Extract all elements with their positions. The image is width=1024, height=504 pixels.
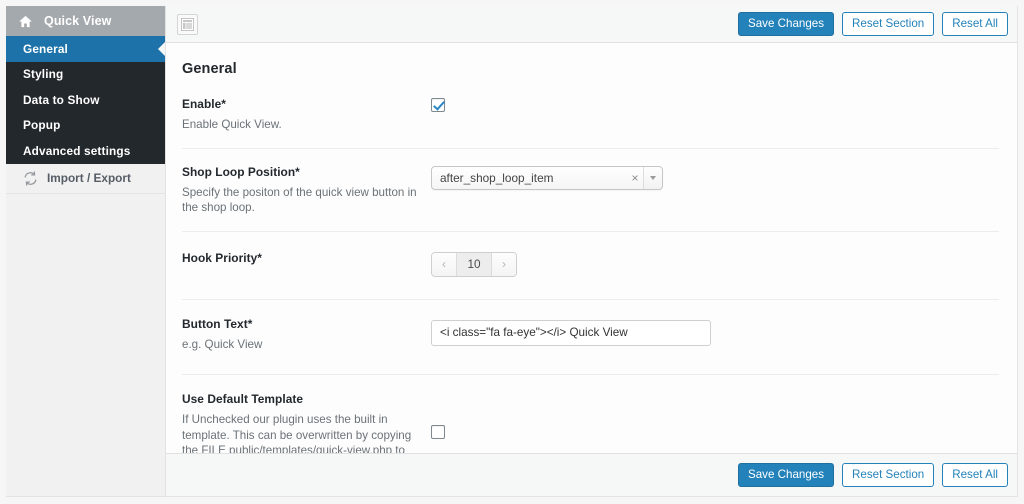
stepper-value[interactable]: 10: [456, 252, 492, 276]
field-description: Specify the positon of the quick view bu…: [182, 185, 417, 215]
field-control: [431, 97, 999, 112]
field-label-block: Button Text* e.g. Quick View: [182, 317, 431, 353]
field-control: ‹ 10 ›: [431, 251, 999, 277]
sidebar-item-general[interactable]: General: [6, 36, 165, 62]
sidebar-item-label: Popup: [23, 118, 61, 133]
bottom-toolbar: Save Changes Reset Section Reset All: [166, 453, 1017, 496]
sidebar-item-label: General: [23, 41, 68, 56]
field-title: Hook Priority*: [182, 250, 262, 265]
sidebar-item-label: Styling: [23, 67, 64, 82]
field-enable: Enable* Enable Quick View.: [182, 77, 999, 149]
sidebar-item-label: Advanced settings: [23, 143, 131, 158]
field-title: Shop Loop Position*: [182, 164, 300, 179]
sidebar-item-advanced-settings[interactable]: Advanced settings: [6, 138, 165, 164]
field-control: after_shop_loop_item ×: [431, 165, 999, 190]
use-default-template-checkbox[interactable]: [431, 425, 445, 439]
field-label-block: Shop Loop Position* Specify the positon …: [182, 165, 431, 216]
main-panel: Save Changes Reset Section Reset All Gen…: [166, 6, 1018, 497]
reset-all-button-bottom[interactable]: Reset All: [942, 463, 1008, 487]
sidebar-title: Quick View: [44, 14, 112, 28]
field-hook-priority: Hook Priority* ‹ 10 ›: [182, 232, 999, 300]
field-control: [431, 317, 999, 346]
save-changes-button-bottom[interactable]: Save Changes: [737, 463, 835, 487]
save-changes-button-top[interactable]: Save Changes: [737, 12, 835, 36]
reset-section-button-bottom[interactable]: Reset Section: [842, 463, 935, 487]
field-description: If Unchecked our plugin uses the built i…: [182, 413, 412, 453]
sync-icon: [22, 170, 38, 186]
field-title: Use Default Template: [182, 392, 304, 406]
field-shop-loop-position: Shop Loop Position* Specify the positon …: [182, 149, 999, 232]
sidebar-item-import-export[interactable]: Import / Export: [6, 163, 165, 194]
shop-loop-position-select[interactable]: after_shop_loop_item ×: [431, 165, 663, 190]
sidebar-item-data-to-show[interactable]: Data to Show: [6, 87, 165, 113]
reset-section-button-top[interactable]: Reset Section: [842, 12, 935, 36]
sidebar: Quick View General Styling Data to Show …: [6, 6, 166, 497]
quick-view-settings-screen: Quick View General Styling Data to Show …: [0, 0, 1024, 504]
select-value: after_shop_loop_item: [440, 170, 554, 185]
sidebar-item-label: Data to Show: [23, 92, 100, 107]
enable-checkbox[interactable]: [431, 98, 445, 112]
hook-priority-stepper: ‹ 10 ›: [431, 251, 517, 277]
top-toolbar: Save Changes Reset Section Reset All: [166, 6, 1017, 43]
button-text-input[interactable]: [431, 319, 711, 346]
field-description: e.g. Quick View: [182, 337, 263, 351]
field-title: Button Text*: [182, 316, 253, 331]
reset-all-button-top[interactable]: Reset All: [942, 12, 1008, 36]
sidebar-header: Quick View: [6, 6, 165, 36]
field-button-text: Button Text* e.g. Quick View: [182, 300, 999, 375]
settings-content: General Enable* Enable Quick View. Shop …: [166, 44, 1017, 453]
stepper-increment-button[interactable]: ›: [492, 252, 516, 276]
field-use-default-template: Use Default Template If Unchecked our pl…: [182, 375, 999, 453]
chevron-down-icon[interactable]: [643, 166, 662, 189]
sidebar-item-styling[interactable]: Styling: [6, 62, 165, 88]
field-label-block: Hook Priority*: [182, 251, 431, 265]
field-label-block: Use Default Template If Unchecked our pl…: [182, 392, 431, 453]
layout-toggle-icon[interactable]: [177, 13, 198, 35]
sidebar-sub-label: Import / Export: [47, 171, 131, 185]
sidebar-item-popup[interactable]: Popup: [6, 113, 165, 139]
field-label-block: Enable* Enable Quick View.: [182, 97, 431, 133]
field-control: [431, 392, 999, 439]
home-icon: [18, 14, 33, 29]
clear-selection-icon[interactable]: ×: [627, 171, 643, 185]
stepper-decrement-button[interactable]: ‹: [432, 252, 456, 276]
sidebar-menu: General Styling Data to Show Popup Advan…: [6, 36, 165, 164]
field-description: Enable Quick View.: [182, 118, 282, 131]
field-title: Enable*: [182, 97, 226, 111]
page-title: General: [182, 61, 237, 77]
